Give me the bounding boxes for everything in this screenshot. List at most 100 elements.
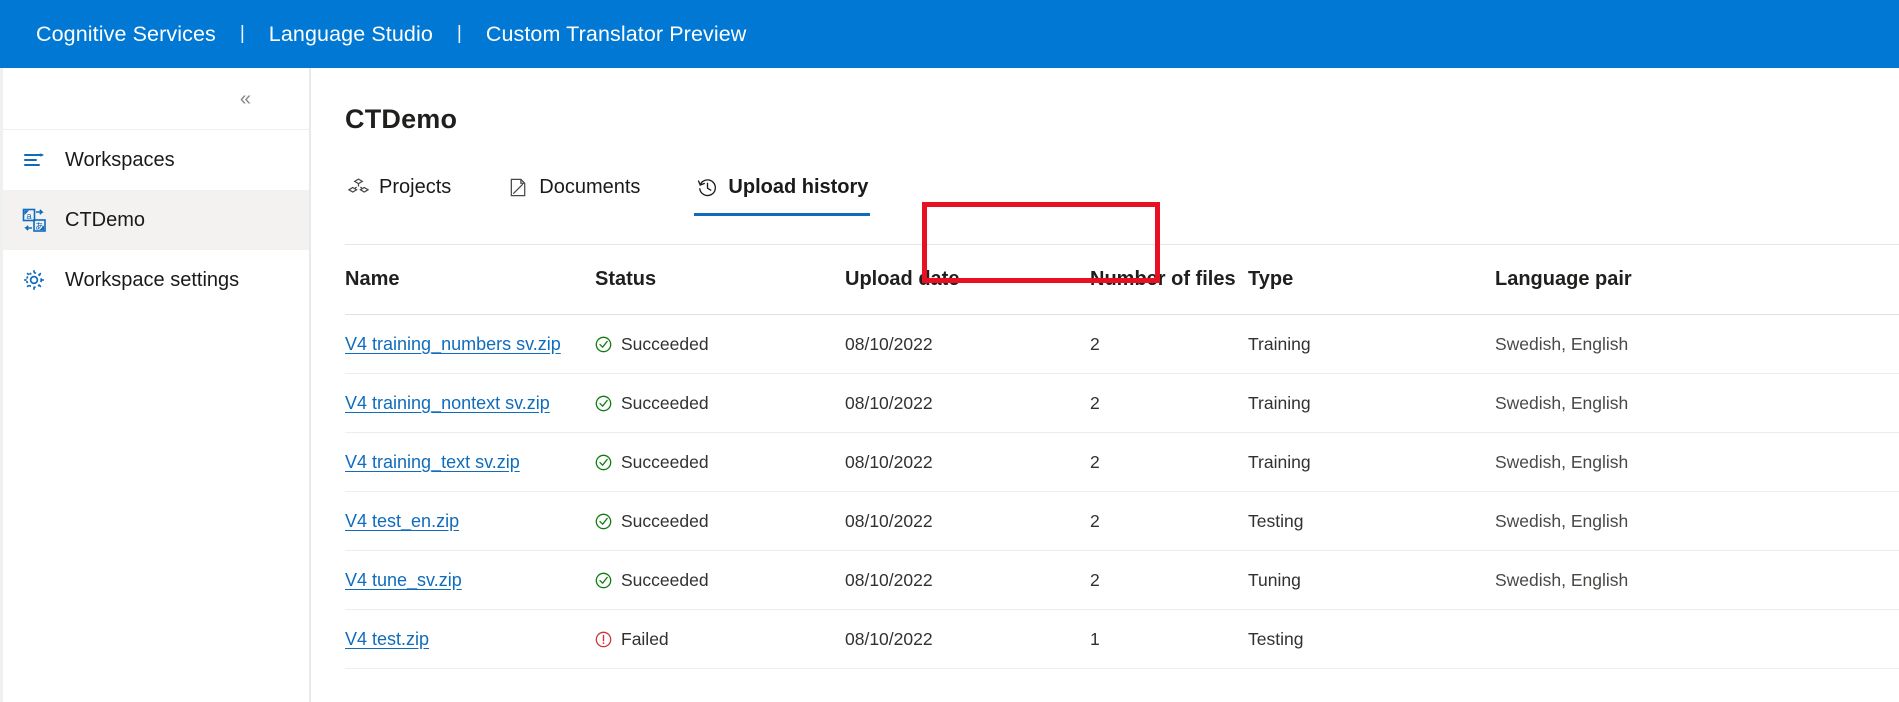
cell-name: V4 training_numbers sv.zip — [345, 334, 595, 355]
check-circle-icon — [595, 336, 612, 353]
tab-label: Upload history — [728, 175, 869, 198]
cell-status: Succeeded — [595, 393, 845, 414]
file-link[interactable]: V4 training_numbers sv.zip — [345, 334, 561, 354]
cell-type: Testing — [1248, 510, 1304, 531]
table-row[interactable]: V4 training_text sv.zip Succeeded 08/10/… — [345, 433, 1899, 492]
status-label: Failed — [621, 628, 669, 649]
cell-upload-date: 08/10/2022 — [845, 333, 933, 354]
status-label: Succeeded — [621, 510, 709, 531]
cell-language-pair: Swedish, English — [1495, 333, 1629, 354]
cell-type: Training — [1248, 333, 1311, 354]
column-header-type[interactable]: Type — [1248, 268, 1495, 291]
status-label: Succeeded — [621, 569, 709, 590]
table-row[interactable]: V4 test_en.zip Succeeded 08/10/2022 2 Te… — [345, 492, 1899, 551]
tab-upload-history[interactable]: Upload history — [694, 164, 871, 216]
cell-language-pair: Swedish, English — [1495, 510, 1629, 531]
cell-status: Succeeded — [595, 334, 845, 355]
error-circle-icon — [595, 631, 612, 648]
column-header-language-pair[interactable]: Language pair — [1495, 268, 1899, 291]
tab-bar: Projects Documents Upload history — [345, 162, 1899, 216]
cell-name: V4 test_en.zip — [345, 511, 595, 532]
sidebar-collapse-row: « — [3, 68, 309, 130]
breadcrumb-item-cognitive-services[interactable]: Cognitive Services — [36, 22, 216, 47]
cell-type: Testing — [1248, 628, 1304, 649]
breadcrumb-item-custom-translator-preview[interactable]: Custom Translator Preview — [486, 22, 747, 47]
app-body: « Workspaces a あ CTDemo Workspace settin… — [0, 68, 1899, 702]
cell-type: Tuning — [1248, 569, 1301, 590]
file-link[interactable]: V4 tune_sv.zip — [345, 570, 462, 590]
check-circle-icon — [595, 454, 612, 471]
cell-number-of-files: 2 — [1090, 333, 1100, 354]
table-header-row: Name Status Upload date Number of files … — [345, 245, 1899, 315]
table-row[interactable]: V4 tune_sv.zip Succeeded 08/10/2022 2 Tu… — [345, 551, 1899, 610]
breadcrumb: Cognitive Services | Language Studio | C… — [36, 22, 746, 47]
table-row[interactable]: V4 training_numbers sv.zip Succeeded 08/… — [345, 315, 1899, 374]
check-circle-icon — [595, 572, 612, 589]
cell-number-of-files: 2 — [1090, 510, 1100, 531]
projects-icon — [347, 176, 369, 198]
translate-icon: a あ — [21, 207, 47, 233]
sidebar-item-label: CTDemo — [65, 208, 146, 231]
cell-name: V4 training_text sv.zip — [345, 452, 595, 473]
sidebar-nav: Workspaces a あ CTDemo Workspace settings — [3, 130, 309, 310]
sidebar-item-workspace-settings[interactable]: Workspace settings — [3, 250, 309, 310]
status-label: Succeeded — [621, 392, 709, 413]
cell-status: Failed — [595, 629, 845, 650]
cell-language-pair: Swedish, English — [1495, 451, 1629, 472]
cell-status: Succeeded — [595, 511, 845, 532]
cell-status: Succeeded — [595, 570, 845, 591]
gear-icon — [21, 267, 47, 293]
cell-upload-date: 08/10/2022 — [845, 392, 933, 413]
breadcrumb-item-language-studio[interactable]: Language Studio — [269, 22, 433, 47]
documents-icon — [507, 176, 529, 198]
cell-type: Training — [1248, 451, 1311, 472]
file-link[interactable]: V4 training_text sv.zip — [345, 452, 520, 472]
check-circle-icon — [595, 395, 612, 412]
sidebar-item-ctdemo[interactable]: a あ CTDemo — [3, 190, 309, 250]
sidebar-item-workspaces[interactable]: Workspaces — [3, 130, 309, 190]
cell-name: V4 training_nontext sv.zip — [345, 393, 595, 414]
sidebar-item-label: Workspace settings — [65, 268, 240, 291]
tab-label: Projects — [379, 175, 452, 198]
breadcrumb-separator: | — [239, 23, 245, 44]
file-link[interactable]: V4 test.zip — [345, 629, 429, 649]
cell-language-pair: Swedish, English — [1495, 569, 1629, 590]
page-title: CTDemo — [345, 104, 458, 134]
table-row[interactable]: V4 training_nontext sv.zip Succeeded 08/… — [345, 374, 1899, 433]
cell-status: Succeeded — [595, 452, 845, 473]
file-link[interactable]: V4 test_en.zip — [345, 511, 459, 531]
column-header-number-of-files[interactable]: Number of files — [1090, 268, 1248, 291]
file-link[interactable]: V4 training_nontext sv.zip — [345, 393, 550, 413]
svg-text:a: a — [26, 211, 31, 221]
cell-upload-date: 08/10/2022 — [845, 628, 933, 649]
cell-number-of-files: 2 — [1090, 569, 1100, 590]
check-circle-icon — [595, 513, 612, 530]
status-label: Succeeded — [621, 333, 709, 354]
cell-number-of-files: 1 — [1090, 628, 1100, 649]
cell-name: V4 test.zip — [345, 629, 595, 650]
main-content: CTDemo Projects Documents Upload history… — [311, 68, 1899, 702]
cell-number-of-files: 2 — [1090, 451, 1100, 472]
list-icon — [21, 147, 47, 173]
collapse-sidebar-icon[interactable]: « — [234, 85, 257, 113]
column-header-name[interactable]: Name — [345, 268, 595, 291]
breadcrumb-separator: | — [456, 23, 462, 44]
tab-documents[interactable]: Documents — [505, 164, 642, 210]
status-label: Succeeded — [621, 451, 709, 472]
cell-name: V4 tune_sv.zip — [345, 570, 595, 591]
table-row[interactable]: V4 test.zip Failed 08/10/2022 1 Testing — [345, 610, 1899, 669]
history-icon — [696, 176, 718, 198]
app-header: Cognitive Services | Language Studio | C… — [0, 0, 1899, 68]
tab-label: Documents — [539, 175, 641, 198]
cell-type: Training — [1248, 392, 1311, 413]
tab-projects[interactable]: Projects — [345, 164, 453, 210]
cell-upload-date: 08/10/2022 — [845, 510, 933, 531]
cell-number-of-files: 2 — [1090, 392, 1100, 413]
column-header-status[interactable]: Status — [595, 268, 845, 291]
cell-upload-date: 08/10/2022 — [845, 451, 933, 472]
column-header-upload-date[interactable]: Upload date — [845, 268, 1090, 291]
upload-history-table: Name Status Upload date Number of files … — [345, 245, 1899, 669]
sidebar: « Workspaces a あ CTDemo Workspace settin… — [0, 68, 311, 702]
sidebar-item-label: Workspaces — [65, 148, 175, 171]
cell-language-pair: Swedish, English — [1495, 392, 1629, 413]
